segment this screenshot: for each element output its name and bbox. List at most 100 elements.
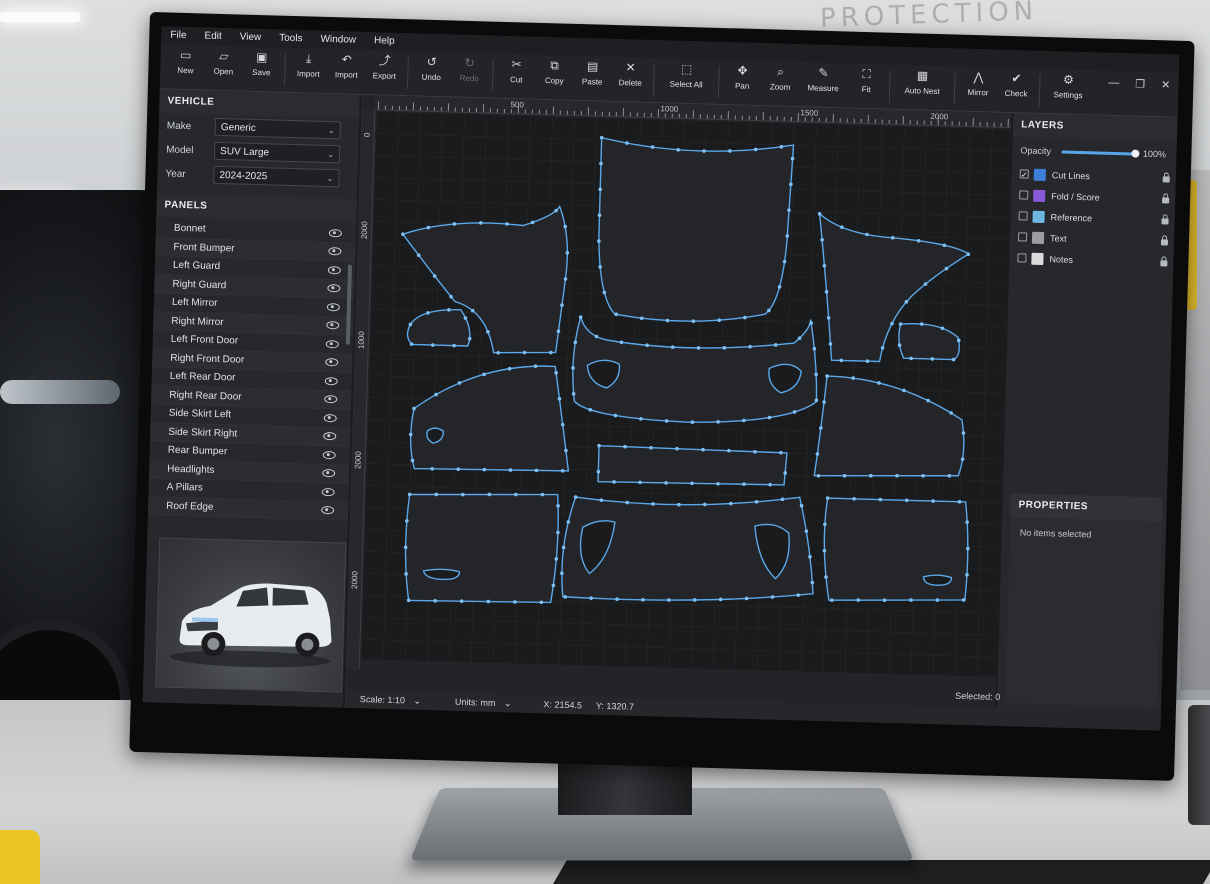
pan-button[interactable]: ✥ Pan (723, 60, 762, 103)
open-button[interactable]: ▱ Open (204, 46, 243, 89)
pan-label: Pan (734, 81, 750, 91)
layer-row[interactable]: Notes (1009, 247, 1176, 273)
cut-button[interactable]: ✂ Cut (497, 54, 536, 97)
units-selector[interactable]: Units: mm ⌄ (455, 696, 518, 709)
lock-icon[interactable] (1162, 197, 1170, 204)
lock-icon[interactable] (1162, 176, 1170, 183)
import-alt-button[interactable]: ↶ Import (327, 49, 366, 92)
delete-button[interactable]: ✕ Delete (611, 57, 650, 100)
side-skirt-pattern[interactable] (597, 444, 788, 487)
year-dropdown[interactable]: 2024-2025 ⌄ (213, 165, 340, 188)
copy-label: Copy (544, 76, 564, 86)
undo-button[interactable]: ↺ Undo (412, 51, 451, 94)
chevron-down-icon: ⌄ (503, 697, 512, 708)
menu-view[interactable]: View (230, 28, 270, 47)
desk-mat (553, 860, 1210, 884)
redo-icon: ↻ (464, 55, 475, 71)
redo-button[interactable]: ↻ Redo (450, 52, 489, 95)
delete-label: Delete (618, 78, 642, 88)
model-dropdown[interactable]: SUV Large ⌄ (213, 141, 341, 164)
menu-window[interactable]: Window (311, 31, 365, 50)
eye-icon[interactable] (326, 321, 340, 330)
toolbar-separator (652, 64, 655, 97)
layer-checkbox[interactable] (1018, 211, 1028, 221)
slider-knob[interactable] (1130, 148, 1140, 158)
eye-icon[interactable] (322, 469, 336, 478)
bonnet-pattern[interactable] (597, 136, 795, 324)
x-coordinate: X: 2154.5 (543, 699, 583, 711)
open-label: Open (213, 66, 234, 77)
layers-list: ✓ Cut Lines Fold / Score Reference Text Notes (1009, 163, 1178, 273)
eye-icon[interactable] (321, 506, 335, 515)
minimize-icon[interactable]: — (1108, 77, 1119, 90)
layer-checkbox[interactable] (1017, 253, 1027, 263)
eye-icon[interactable] (324, 395, 338, 404)
layer-color-swatch (1032, 210, 1045, 223)
mirror-button[interactable]: ⋀ Mirror (959, 67, 998, 110)
lock-icon[interactable] (1161, 218, 1169, 225)
eye-icon[interactable] (322, 450, 336, 460)
export-button[interactable]: ⤴ Export (365, 50, 404, 93)
eye-icon[interactable] (326, 302, 340, 312)
left-rear-door-pattern[interactable] (404, 490, 559, 604)
eye-icon[interactable] (325, 339, 339, 349)
opacity-slider[interactable] (1060, 148, 1140, 158)
eye-icon[interactable] (325, 358, 339, 367)
zoom-button[interactable]: ⌕ Zoom (761, 61, 800, 104)
make-dropdown[interactable]: Generic ⌄ (214, 117, 342, 140)
lock-icon[interactable] (1160, 239, 1169, 246)
select-all-icon: ⬚ (680, 61, 693, 77)
fit-button[interactable]: ⛶ Fit (847, 64, 886, 107)
canvas-area[interactable]: 500 1000 1500 2000 0 2000 1000 2000 2000 (346, 94, 1013, 713)
menu-tools[interactable]: Tools (270, 29, 312, 48)
import-icon: ⤓ (305, 51, 312, 66)
delete-icon: ✕ (625, 60, 636, 75)
layer-color-swatch (1031, 231, 1045, 244)
copy-button[interactable]: ⧉ Copy (535, 55, 574, 98)
eye-icon[interactable] (327, 284, 341, 293)
eye-icon[interactable] (321, 487, 335, 497)
left-sidebar: VEHICLE Make Generic ⌄ Model SUV Large ⌄ Y… (142, 89, 362, 708)
menu-edit[interactable]: Edit (195, 27, 231, 46)
new-button[interactable]: ▭ New (166, 44, 205, 87)
layer-color-swatch (1033, 168, 1046, 181)
vehicle-preview (155, 537, 347, 693)
right-rear-door-pattern[interactable] (823, 497, 970, 604)
eye-icon[interactable] (327, 265, 341, 275)
select-all-button[interactable]: ⬚ Select All (658, 58, 715, 102)
eye-icon[interactable] (323, 413, 337, 423)
save-button[interactable]: ▣ Save (242, 47, 281, 90)
check-button[interactable]: ✔ Check (997, 68, 1036, 111)
chevron-down-icon: ⌄ (327, 125, 335, 135)
menu-file[interactable]: File (161, 26, 196, 45)
close-icon[interactable]: ✕ (1161, 78, 1171, 91)
eye-icon[interactable] (328, 228, 343, 238)
import-alt-label: Import (334, 70, 358, 80)
settings-button[interactable]: ⚙ Settings (1044, 69, 1093, 112)
scale-selector[interactable]: Scale: 1:10 ⌄ (360, 694, 427, 707)
layer-color-swatch (1033, 189, 1046, 202)
paste-button[interactable]: ▤ Paste (573, 56, 612, 99)
layer-name: Reference (1050, 211, 1093, 223)
properties-section-title: PROPERTIES (1010, 493, 1163, 522)
properties-empty-text: No items selected (1019, 527, 1092, 540)
ruler-label: 1000 (356, 331, 367, 350)
eye-icon[interactable] (323, 432, 337, 441)
ruler-label: 2000 (930, 111, 949, 122)
eye-icon[interactable] (324, 376, 338, 386)
lock-icon[interactable] (1160, 260, 1168, 267)
pattern-canvas[interactable] (361, 111, 1013, 677)
layer-checkbox[interactable] (1017, 232, 1028, 242)
layers-section-title: LAYERS (1012, 113, 1180, 142)
menu-help[interactable]: Help (365, 32, 404, 51)
ruler-label: 500 (510, 100, 525, 110)
measure-button[interactable]: ✎ Measure (799, 62, 848, 105)
handle-cutout-right[interactable] (922, 574, 953, 586)
import-button[interactable]: ⤓ Import (289, 48, 328, 91)
auto-nest-button[interactable]: ▦ Auto Nest (894, 65, 951, 109)
eye-icon[interactable] (328, 247, 342, 256)
layer-checkbox[interactable]: ✓ (1019, 169, 1029, 180)
maximize-icon[interactable]: ❐ (1135, 78, 1145, 91)
layer-checkbox[interactable] (1019, 190, 1029, 200)
layer-name: Fold / Score (1051, 190, 1100, 203)
